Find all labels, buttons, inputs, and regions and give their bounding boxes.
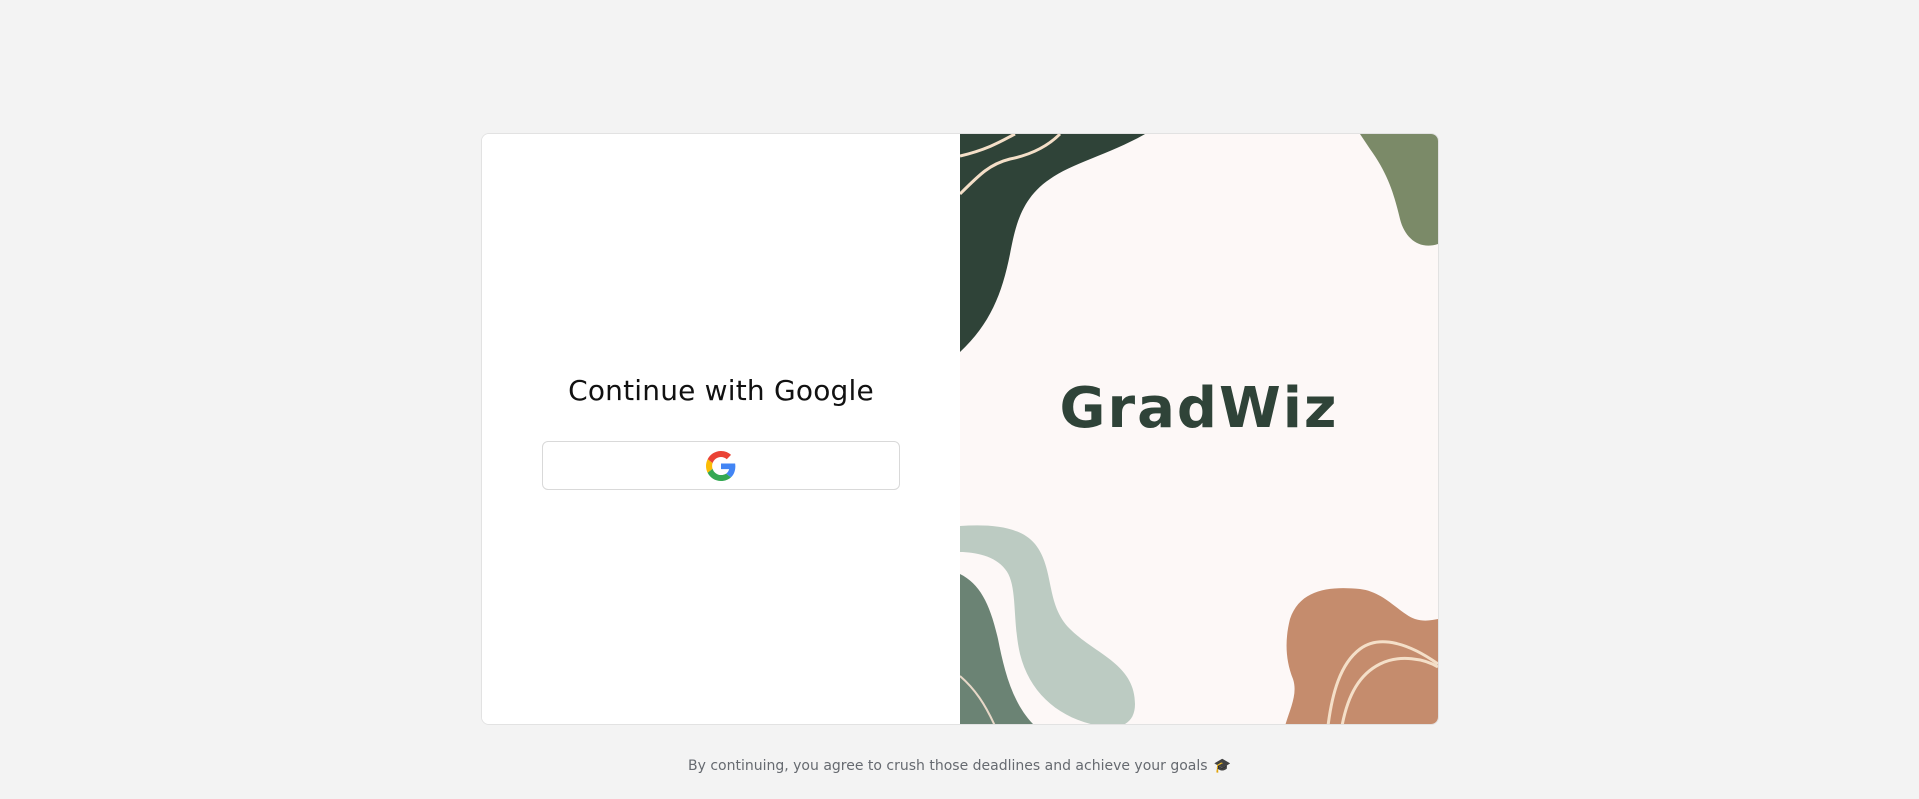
google-sign-in-button[interactable]	[542, 441, 900, 490]
login-pane: Continue with Google	[482, 134, 960, 724]
brand-pane: GradWiz	[960, 134, 1438, 724]
terracotta-blob	[1285, 588, 1438, 724]
login-card: Continue with Google GradWiz	[481, 133, 1439, 725]
sage-blob	[1360, 134, 1438, 246]
graduation-cap-icon: 🎓	[1213, 758, 1231, 774]
terms-text: By continuing, you agree to crush those …	[688, 758, 1208, 774]
google-g-icon	[706, 450, 736, 481]
terms-footer: By continuing, you agree to crush those …	[0, 758, 1919, 774]
login-heading: Continue with Google	[568, 374, 874, 407]
brand-logo-text: GradWiz	[1059, 376, 1339, 441]
dark-green-blob	[960, 134, 1145, 352]
